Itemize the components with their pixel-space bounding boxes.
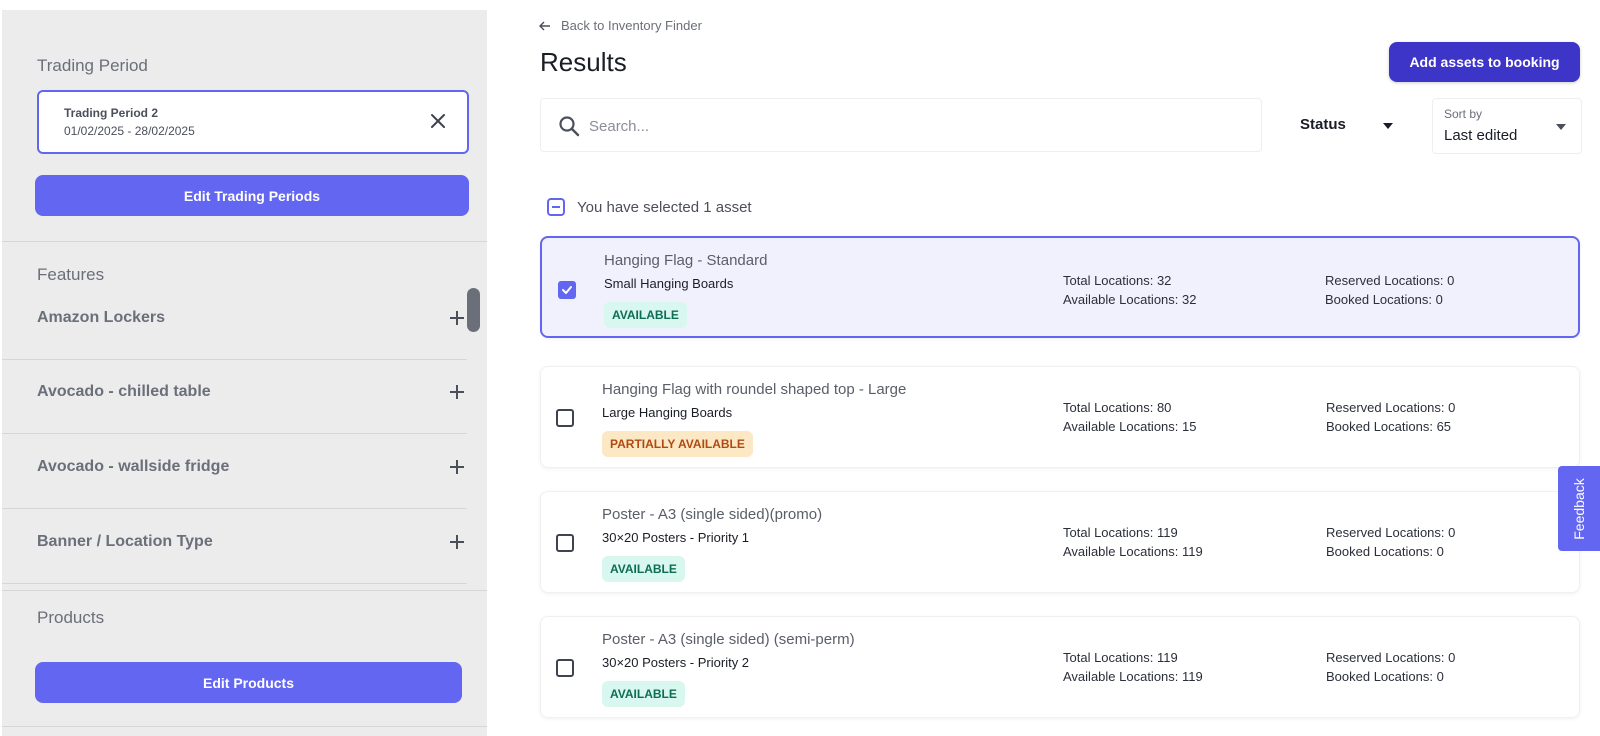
feature-label: Banner / Location Type: [37, 533, 213, 550]
trading-period-heading: Trading Period: [37, 56, 148, 75]
feature-item-banner-location-type[interactable]: Banner / Location Type: [37, 533, 467, 553]
booked-locations: Booked Locations: 0: [1326, 544, 1444, 559]
asset-name: Hanging Flag with roundel shaped top - L…: [602, 381, 907, 398]
divider: [2, 583, 467, 584]
feature-item-avocado-wallside-fridge[interactable]: Avocado - wallside fridge: [37, 458, 467, 478]
total-locations: Total Locations: 119: [1063, 650, 1178, 665]
sort-by-value: Last edited: [1444, 127, 1518, 144]
sort-by-caption: Sort by: [1444, 107, 1483, 121]
trading-period-dates: 01/02/2025 - 28/02/2025: [64, 124, 195, 138]
booked-locations: Booked Locations: 0: [1326, 669, 1444, 684]
close-icon[interactable]: [429, 112, 447, 130]
sidebar-scrollbar-thumb[interactable]: [467, 288, 480, 332]
selection-count-text: You have selected 1 asset: [577, 198, 752, 216]
available-locations: Available Locations: 119: [1063, 544, 1203, 559]
search-box: [540, 98, 1262, 152]
total-locations: Total Locations: 80: [1063, 400, 1172, 415]
reserved-locations: Reserved Locations: 0: [1326, 650, 1456, 665]
sort-by-dropdown[interactable]: Sort by Last edited: [1432, 98, 1582, 154]
feedback-label: Feedback: [1571, 477, 1587, 540]
trading-period-name: Trading Period 2: [64, 106, 159, 120]
selection-summary: You have selected 1 asset: [547, 198, 752, 216]
asset-name: Hanging Flag - Standard: [604, 252, 768, 269]
reserved-locations: Reserved Locations: 0: [1326, 525, 1456, 540]
reserved-locations: Reserved Locations: 0: [1325, 273, 1455, 288]
divider: [2, 359, 467, 360]
feature-item-avocado-chilled-table[interactable]: Avocado - chilled table: [37, 383, 467, 403]
feedback-tab[interactable]: Feedback: [1558, 466, 1600, 551]
arrow-left-icon: [539, 21, 550, 30]
status-badge: AVAILABLE: [602, 681, 685, 707]
search-icon: [559, 116, 580, 137]
asset-name: Poster - A3 (single sided)(promo): [602, 506, 823, 523]
available-locations: Available Locations: 32: [1063, 292, 1197, 307]
plus-icon[interactable]: [447, 532, 467, 552]
booked-locations: Booked Locations: 0: [1325, 292, 1443, 307]
asset-card[interactable]: Poster - A3 (single sided) (semi-perm) 3…: [540, 616, 1580, 718]
divider: [2, 590, 487, 591]
reserved-locations: Reserved Locations: 0: [1326, 400, 1456, 415]
asset-checkbox[interactable]: [558, 281, 576, 299]
feature-label: Amazon Lockers: [37, 309, 166, 326]
divider: [2, 241, 487, 242]
available-locations: Available Locations: 15: [1063, 419, 1197, 434]
available-locations: Available Locations: 119: [1063, 669, 1203, 684]
caret-down-icon: [1383, 123, 1393, 129]
divider: [2, 726, 487, 727]
asset-category: 30×20 Posters - Priority 2: [602, 655, 750, 670]
plus-icon[interactable]: [447, 382, 467, 402]
asset-card[interactable]: Poster - A3 (single sided)(promo) 30×20 …: [540, 491, 1580, 593]
plus-icon[interactable]: [447, 308, 467, 328]
asset-category: Large Hanging Boards: [602, 405, 733, 420]
feature-label: Avocado - chilled table: [37, 383, 211, 400]
asset-checkbox[interactable]: [556, 409, 574, 427]
check-icon: [562, 286, 572, 294]
filters-sidebar: Trading Period Trading Period 2 01/02/20…: [2, 10, 487, 736]
status-badge: AVAILABLE: [604, 302, 687, 328]
divider: [2, 433, 467, 434]
asset-card[interactable]: Hanging Flag with roundel shaped top - L…: [540, 366, 1580, 468]
add-assets-to-booking-button[interactable]: Add assets to booking: [1389, 42, 1580, 82]
asset-category: 30×20 Posters - Priority 1: [602, 530, 750, 545]
back-to-inventory-link[interactable]: Back to Inventory Finder: [539, 18, 702, 33]
booked-locations: Booked Locations: 65: [1326, 419, 1452, 434]
total-locations: Total Locations: 119: [1063, 525, 1178, 540]
asset-category: Small Hanging Boards: [604, 276, 734, 291]
edit-products-button[interactable]: Edit Products: [35, 662, 462, 703]
caret-down-icon: [1556, 124, 1566, 130]
products-heading: Products: [37, 608, 105, 627]
feature-label: Avocado - wallside fridge: [37, 458, 230, 475]
asset-card[interactable]: Hanging Flag - Standard Small Hanging Bo…: [540, 236, 1580, 338]
status-badge: AVAILABLE: [602, 556, 685, 582]
asset-checkbox[interactable]: [556, 659, 574, 677]
page-title: Results: [540, 47, 627, 77]
features-heading: Features: [37, 265, 105, 284]
status-filter-label: Status: [1300, 116, 1346, 133]
plus-icon[interactable]: [447, 457, 467, 477]
edit-trading-periods-button[interactable]: Edit Trading Periods: [35, 175, 469, 216]
back-link-label: Back to Inventory Finder: [561, 18, 702, 33]
selected-trading-period[interactable]: Trading Period 2 01/02/2025 - 28/02/2025: [37, 90, 469, 154]
status-filter-dropdown[interactable]: Status: [1300, 112, 1400, 138]
select-all-checkbox[interactable]: [547, 198, 565, 216]
asset-checkbox[interactable]: [556, 534, 574, 552]
search-input[interactable]: [589, 113, 1229, 139]
total-locations: Total Locations: 32: [1063, 273, 1172, 288]
status-badge: PARTIALLY AVAILABLE: [602, 431, 753, 457]
asset-name: Poster - A3 (single sided) (semi-perm): [602, 631, 855, 648]
divider: [2, 508, 467, 509]
feature-item-amazon-lockers[interactable]: Amazon Lockers: [37, 309, 467, 329]
